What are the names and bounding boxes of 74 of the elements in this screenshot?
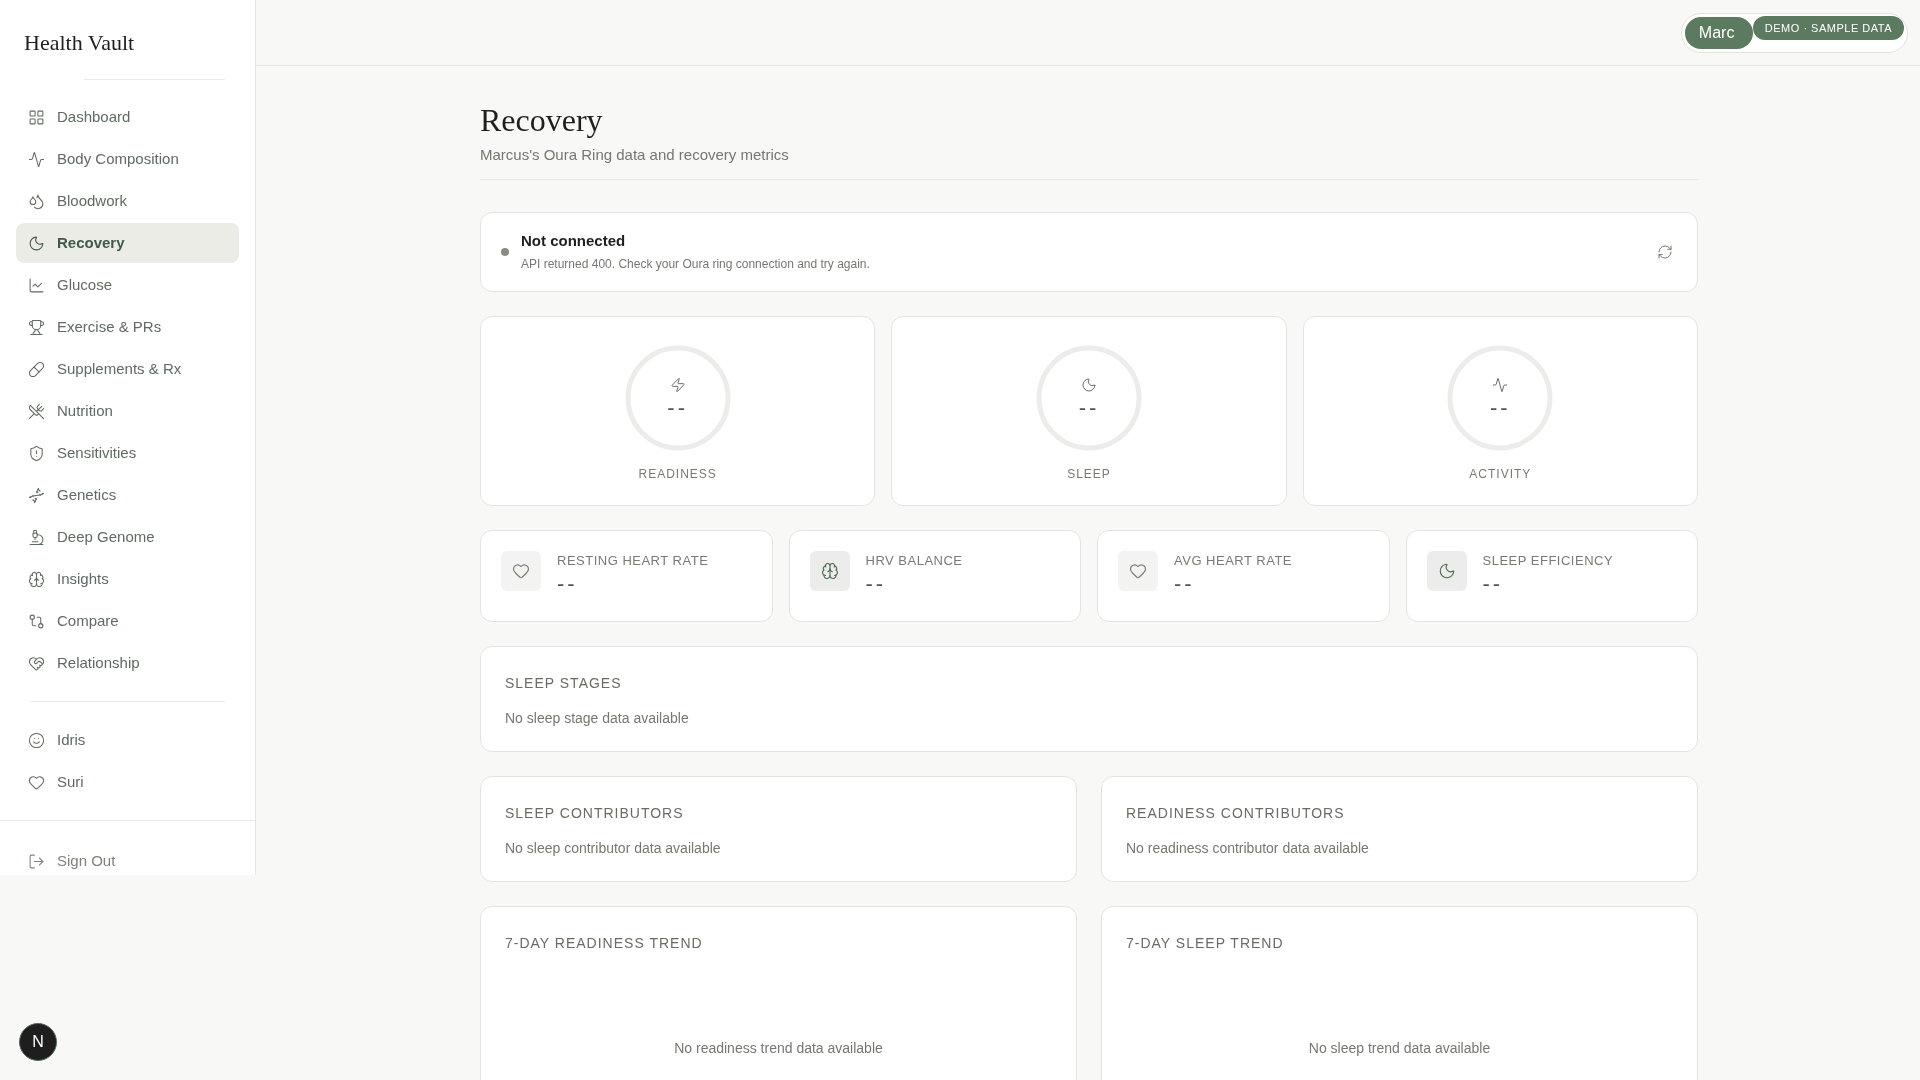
nav-item[interactable]: Deep Genome bbox=[16, 517, 239, 557]
metric-label: AVG HEART RATE bbox=[1174, 551, 1292, 570]
smile-icon bbox=[28, 731, 45, 749]
status-message: API returned 400. Check your Oura ring connection and try again. bbox=[521, 255, 871, 273]
sign-out-icon bbox=[28, 852, 45, 870]
heart-icon bbox=[28, 773, 45, 791]
user-name: Marc bbox=[1684, 17, 1753, 49]
empty-message: No readiness trend data available bbox=[674, 1038, 883, 1058]
nav-item[interactable]: Recovery bbox=[16, 223, 239, 263]
microscope-icon bbox=[28, 528, 45, 546]
score-label: ACTIVITY bbox=[1469, 465, 1532, 483]
sign-out-link[interactable]: Sign Out bbox=[16, 841, 239, 881]
section-title: SLEEP CONTRIBUTORS bbox=[505, 803, 685, 823]
compare-icon bbox=[28, 612, 45, 630]
user-menu[interactable]: Marc DEMO · SAMPLE DATA bbox=[1680, 13, 1908, 53]
pulse-icon bbox=[1492, 376, 1509, 393]
status-title: Not connected bbox=[521, 231, 627, 252]
lightning-icon bbox=[669, 376, 686, 393]
nav-item[interactable]: Idris bbox=[16, 720, 239, 760]
empty-message: No sleep trend data available bbox=[1308, 1038, 1491, 1058]
metric-value: -- bbox=[1482, 570, 1505, 598]
nav-item[interactable]: Glucose bbox=[16, 265, 239, 305]
page-title: Recovery bbox=[480, 101, 604, 140]
moon-icon bbox=[28, 234, 45, 252]
score-label: READINESS bbox=[638, 465, 717, 483]
refresh-icon bbox=[1657, 243, 1673, 260]
moon-icon bbox=[1437, 561, 1456, 580]
nav-item[interactable]: Sensitivities bbox=[16, 433, 239, 473]
brain-icon bbox=[28, 570, 45, 588]
nav-item[interactable]: Supplements & Rx bbox=[16, 349, 239, 389]
shield-icon bbox=[28, 444, 45, 462]
nav-item[interactable]: Relationship bbox=[16, 643, 239, 683]
moon-icon bbox=[1081, 376, 1097, 393]
metric-value: -- bbox=[1174, 570, 1196, 598]
nav-item[interactable]: Insights bbox=[16, 559, 239, 599]
dev-badge[interactable]: N bbox=[19, 1023, 57, 1061]
demo-badge: DEMO · SAMPLE DATA bbox=[1752, 16, 1904, 40]
line-chart-icon bbox=[28, 276, 45, 294]
pill-icon bbox=[28, 360, 45, 378]
grid-icon bbox=[28, 108, 45, 126]
metric-label: HRV BALANCE bbox=[865, 551, 963, 570]
utensils-icon bbox=[28, 402, 45, 420]
section-title: SLEEP STAGES bbox=[505, 673, 623, 693]
score-value: -- bbox=[667, 396, 688, 419]
logo: Health Vault bbox=[24, 30, 135, 55]
heart-icon bbox=[512, 561, 530, 580]
brain-icon bbox=[820, 561, 839, 580]
metric-label: SLEEP EFFICIENCY bbox=[1482, 551, 1614, 570]
nav-item[interactable]: Body Composition bbox=[16, 139, 239, 179]
nav-item[interactable]: Exercise & PRs bbox=[16, 307, 239, 347]
section-title: READINESS CONTRIBUTORS bbox=[1126, 803, 1346, 823]
score-value: -- bbox=[1490, 396, 1511, 419]
nav-item[interactable]: Dashboard bbox=[16, 97, 239, 137]
section-title: 7-DAY READINESS TREND bbox=[505, 933, 704, 953]
page-subtitle: Marcus's Oura Ring data and recovery metrics bbox=[480, 145, 790, 165]
droplets-icon bbox=[28, 192, 45, 210]
empty-message: No sleep contributor data available bbox=[505, 838, 722, 858]
section-title: 7-DAY SLEEP TREND bbox=[1126, 933, 1285, 953]
empty-message: No sleep stage data available bbox=[505, 708, 690, 728]
trophy-icon bbox=[28, 318, 45, 336]
nav-item[interactable]: Suri bbox=[16, 762, 239, 802]
metric-value: -- bbox=[557, 570, 579, 598]
heart-icon bbox=[1129, 561, 1147, 580]
score-value: -- bbox=[1078, 396, 1100, 419]
nav-item[interactable]: Genetics bbox=[16, 475, 239, 515]
pulse-icon bbox=[28, 150, 45, 168]
nav-item[interactable]: Compare bbox=[16, 601, 239, 641]
score-label: SLEEP bbox=[1067, 465, 1111, 483]
metric-value: -- bbox=[865, 570, 888, 598]
nav-item[interactable]: Nutrition bbox=[16, 391, 239, 431]
nav-item[interactable]: Bloodwork bbox=[16, 181, 239, 221]
dna-icon bbox=[28, 486, 45, 504]
metric-label: RESTING HEART RATE bbox=[557, 551, 709, 570]
empty-message: No readiness contributor data available bbox=[1126, 838, 1370, 858]
